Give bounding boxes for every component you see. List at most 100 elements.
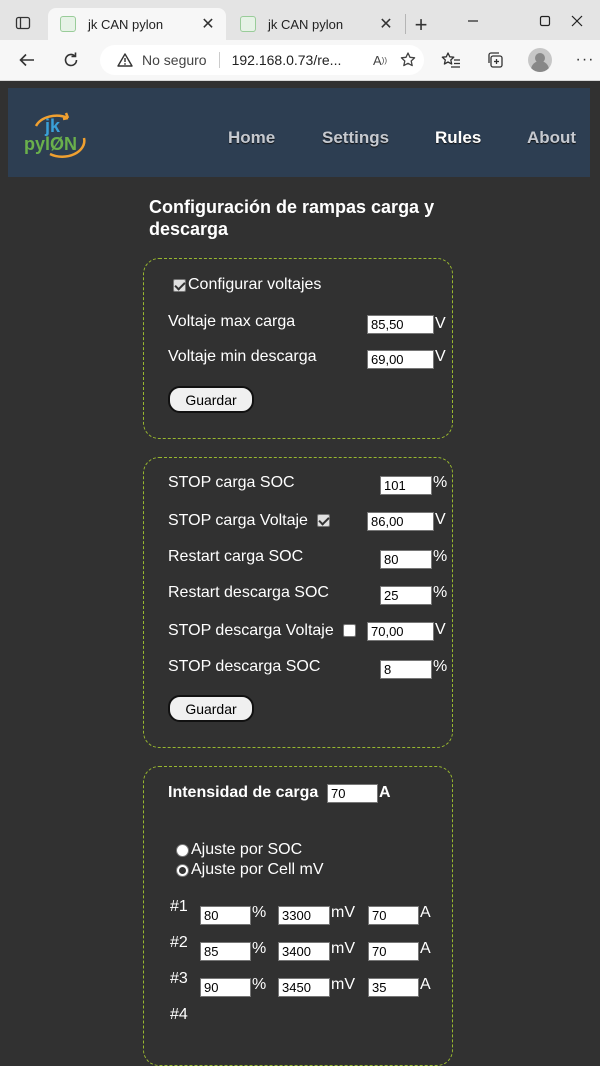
soc-adjust-radio[interactable] [176,844,189,857]
restart-discharge-soc-input[interactable] [380,586,432,605]
step-mv-input[interactable] [278,978,330,997]
percent-unit: % [252,904,267,921]
max-charge-voltage-input[interactable] [367,315,434,334]
cell-mv-adjust-radio[interactable] [176,864,189,877]
nav-about-link[interactable]: About [527,128,576,148]
amps-unit: A [420,976,431,993]
amps-unit: A [379,784,391,801]
stop-discharge-voltage-label: STOP descarga Voltaje [168,622,334,639]
close-window-button[interactable] [554,6,600,36]
favorites-icon [441,52,460,68]
tab-title: jk CAN pylon [268,16,344,32]
voltage-unit: V [435,511,446,528]
favicon-icon [60,16,76,32]
voltage-unit: V [435,315,446,332]
charge-current-card: Intensidad de carga A Ajuste por SOC Aju… [143,766,453,1066]
tab-divider [405,14,406,34]
logo-jk-text: jk [44,116,61,136]
close-icon [571,15,583,27]
minimize-icon [468,20,478,22]
browser-tab-bar: jk CAN pylon ✕ jk CAN pylon ✕ + [0,0,600,40]
step-label: #4 [170,1006,188,1023]
back-button[interactable] [12,46,42,74]
logo-pylon-text: pylØN [24,134,77,154]
read-aloud-icon[interactable]: A)) [368,48,392,72]
min-discharge-voltage-label: Voltaje min descarga [168,348,317,365]
step-mv-input[interactable] [278,942,330,961]
stop-charge-voltage-label: STOP carga Voltaje [168,512,308,529]
save-voltages-button[interactable]: Guardar [168,386,254,413]
tab-actions-button[interactable] [8,10,38,36]
step-label: #1 [170,898,188,915]
maximize-icon [539,15,551,27]
configure-voltages-label: Configurar voltajes [188,276,322,293]
more-dots-icon: ··· [575,51,595,68]
charge-current-label: Intensidad de carga [168,784,319,801]
nav-settings-link[interactable]: Settings [322,128,389,148]
step-amps-input[interactable] [368,942,419,961]
browser-tab-active[interactable]: jk CAN pylon ✕ [48,8,226,40]
percent-unit: % [252,940,267,957]
stop-charge-voltage-input[interactable] [367,512,434,531]
restart-discharge-soc-label: Restart descarga SOC [168,584,329,601]
restart-charge-soc-input[interactable] [380,550,432,569]
security-status[interactable]: No seguro [142,52,207,68]
mv-unit: mV [331,976,355,993]
cell-mv-adjust-label: Ajuste por Cell mV [191,861,324,878]
page-title: Configuración de rampas carga y descarga [149,197,435,239]
stop-charge-voltage-checkbox[interactable] [317,514,330,527]
soc-thresholds-card: STOP carga SOC % STOP carga Voltaje V Re… [143,457,453,748]
charge-current-input[interactable] [327,784,378,803]
minimize-button[interactable] [450,6,496,36]
favicon-icon [240,16,256,32]
mv-unit: mV [331,940,355,957]
address-bar[interactable]: No seguro 192.168.0.73/re... A)) [100,45,424,75]
reload-icon [64,52,78,67]
save-thresholds-button[interactable]: Guardar [168,695,254,722]
nav-home-link[interactable]: Home [228,128,275,148]
logo-graphic: jk pylØN [24,112,86,158]
favorites-button[interactable] [436,46,466,74]
voltage-unit: V [435,348,446,365]
jk-pylon-logo[interactable]: jk pylØN [22,108,94,160]
configure-voltages-checkbox[interactable] [173,279,186,292]
max-charge-voltage-label: Voltaje max carga [168,313,296,330]
min-discharge-voltage-input[interactable] [367,350,434,369]
reload-button[interactable] [56,46,86,74]
voltage-unit: V [435,621,446,638]
profile-avatar[interactable] [528,48,552,72]
new-tab-button[interactable]: + [408,12,434,38]
restart-charge-soc-label: Restart carga SOC [168,548,304,565]
site-navbar: jk pylØN Home Settings Rules About [8,88,590,177]
step-soc-input[interactable] [200,942,251,961]
step-mv-input[interactable] [278,906,330,925]
amps-unit: A [420,940,431,957]
close-tab-icon[interactable]: ✕ [374,12,398,36]
voltage-config-card: Configurar voltajes Voltaje max carga V … [143,258,453,439]
step-amps-input[interactable] [368,978,419,997]
more-menu-button[interactable]: ··· [570,46,600,74]
stop-discharge-voltage-input[interactable] [367,622,434,641]
step-soc-input[interactable] [200,978,251,997]
stop-discharge-voltage-checkbox[interactable] [343,624,356,637]
step-amps-input[interactable] [368,906,419,925]
collections-icon [488,52,503,68]
step-soc-input[interactable] [200,906,251,925]
stop-discharge-soc-label: STOP descarga SOC [168,658,321,675]
browser-tab[interactable]: jk CAN pylon ✕ [228,8,404,40]
percent-unit: % [433,548,448,565]
tab-actions-icon [15,16,31,30]
favorite-add-icon[interactable] [396,48,420,72]
url-text[interactable]: 192.168.0.73/re... [232,52,368,68]
soc-adjust-label: Ajuste por SOC [191,841,303,858]
tab-title: jk CAN pylon [88,16,164,32]
collections-button[interactable] [480,46,510,74]
stop-charge-soc-input[interactable] [380,476,432,495]
close-tab-icon[interactable]: ✕ [196,12,220,36]
nav-rules-link[interactable]: Rules [435,128,481,148]
stop-discharge-soc-input[interactable] [380,660,432,679]
amps-unit: A [420,904,431,921]
mv-unit: mV [331,904,355,921]
step-label: #3 [170,970,188,987]
percent-unit: % [433,584,448,601]
